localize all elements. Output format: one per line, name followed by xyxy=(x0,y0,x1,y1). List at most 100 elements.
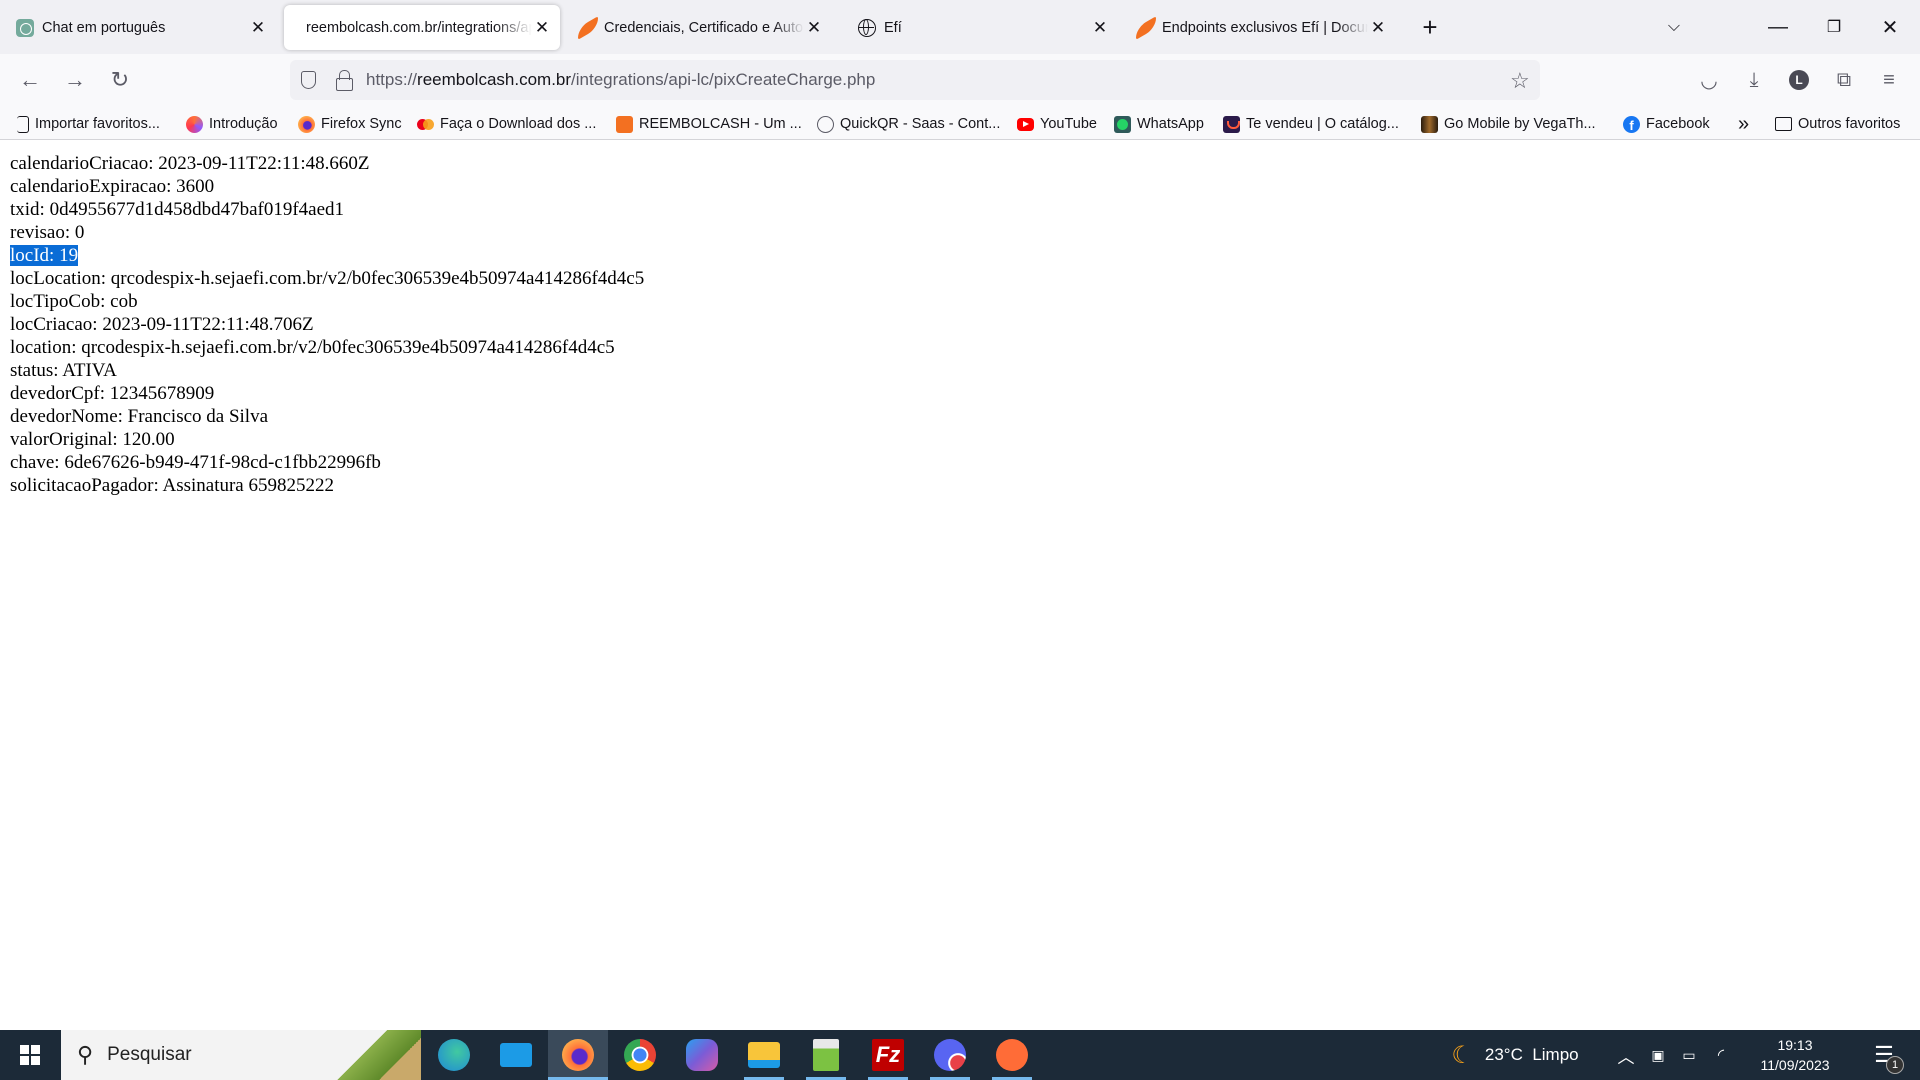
url-scheme: https:// xyxy=(366,70,418,89)
bookmark-faca-o-download[interactable]: Faça o Download dos ... xyxy=(417,113,596,135)
tab-reembolcash[interactable]: reembolcash.com.br/integrations/api-lc/p… xyxy=(284,5,560,50)
taskbar-app-edge-can[interactable] xyxy=(424,1030,484,1080)
notification-center-button[interactable]: ☰ 1 xyxy=(1858,1030,1910,1080)
bookmark-label: Go Mobile by VegaTh... xyxy=(1444,116,1596,132)
tracking-protection-shield-icon[interactable] xyxy=(298,70,318,90)
bookmark-label: Te vendeu | O catálog... xyxy=(1246,116,1399,132)
taskbar-app-copilot[interactable] xyxy=(672,1030,732,1080)
close-tab-icon[interactable]: ✕ xyxy=(804,18,824,38)
tab-chat-em-portugues[interactable]: Chat em português ✕ xyxy=(4,5,276,50)
field-devedor-cpf: devedorCpf: 12345678909 xyxy=(10,383,215,404)
selected-text: locId: 19 xyxy=(10,245,79,266)
firefox-intro-icon xyxy=(186,115,203,133)
list-all-tabs-button[interactable]: ⌵ xyxy=(1656,10,1692,44)
tab-endpoints[interactable]: Endpoints exclusivos Efí | Documentação … xyxy=(1124,5,1396,50)
camera-icon: ▣ xyxy=(1651,1046,1665,1063)
import-icon xyxy=(17,115,29,133)
bookmark-label: WhatsApp xyxy=(1137,116,1204,132)
field-calendario-criacao: calendarioCriacao: 2023-09-11T22:11:48.6… xyxy=(10,153,370,174)
field-devedor-nome: devedorNome: Francisco da Silva xyxy=(10,406,269,427)
url-host: reembolcash.com.br xyxy=(417,70,572,89)
minimize-button[interactable]: — xyxy=(1760,10,1796,44)
battery-tray-button[interactable]: ▭ xyxy=(1674,1030,1704,1080)
firefox-icon xyxy=(562,1039,594,1071)
extensions-button[interactable]: ⧉ xyxy=(1827,63,1861,97)
edge-icon xyxy=(438,1039,470,1071)
weather-widget[interactable]: ☾ 23°C Limpo xyxy=(1440,1030,1590,1080)
lock-icon[interactable] xyxy=(334,70,354,91)
clock[interactable]: 19:13 11/09/2023 xyxy=(1740,1030,1850,1080)
menu-button[interactable]: ≡ xyxy=(1872,63,1906,97)
camera-tray-button[interactable]: ▣ xyxy=(1644,1030,1672,1080)
reload-button[interactable]: ↻ xyxy=(102,62,138,98)
downloads-button[interactable]: ⤓ xyxy=(1737,63,1771,97)
bookmark-label: Introdução xyxy=(209,116,278,132)
pocket-button[interactable]: ◡ xyxy=(1692,63,1726,97)
taskbar-app-mail[interactable] xyxy=(486,1030,546,1080)
bookmark-label: REEMBOLCASH - Um ... xyxy=(639,116,802,132)
bookmark-reembolcash[interactable]: REEMBOLCASH - Um ... xyxy=(616,113,802,135)
taskbar-app-filezilla[interactable]: Fz xyxy=(858,1030,918,1080)
restore-icon: ❐ xyxy=(1826,19,1842,36)
close-tab-icon[interactable]: ✕ xyxy=(532,18,552,38)
close-icon: ✕ xyxy=(1881,16,1899,39)
address-bar[interactable]: https://reembolcash.com.br/integrations/… xyxy=(290,60,1540,100)
close-tab-icon[interactable]: ✕ xyxy=(1090,18,1110,38)
bookmark-quickqr[interactable]: QuickQR - Saas - Cont... xyxy=(817,113,1000,135)
bookmark-introducao[interactable]: Introdução xyxy=(186,113,278,135)
account-button[interactable]: L xyxy=(1782,63,1816,97)
bookmark-star-icon[interactable]: ☆ xyxy=(1510,68,1530,94)
url-text[interactable]: https://reembolcash.com.br/integrations/… xyxy=(366,70,875,90)
globe-icon xyxy=(858,18,876,37)
close-window-button[interactable]: ✕ xyxy=(1872,10,1908,44)
youtube-icon xyxy=(1017,117,1034,131)
tab-title: Efí xyxy=(884,19,902,36)
bookmark-youtube[interactable]: YouTube xyxy=(1017,113,1097,135)
copilot-icon xyxy=(686,1039,718,1071)
notepad-plus-plus-icon xyxy=(813,1039,839,1071)
taskbar-search-box[interactable]: ⚲ Pesquisar xyxy=(61,1030,421,1080)
taskbar-app-firefox[interactable] xyxy=(548,1030,608,1080)
bookmark-facebook[interactable]: f Facebook xyxy=(1623,113,1710,135)
efi-icon xyxy=(578,19,596,37)
taskbar-app-chrome[interactable] xyxy=(610,1030,670,1080)
other-bookmarks-folder[interactable]: Outros favoritos xyxy=(1775,113,1900,135)
new-tab-button[interactable]: + xyxy=(1412,10,1448,44)
restore-button[interactable]: ❐ xyxy=(1816,10,1852,44)
bookmark-whatsapp[interactable]: WhatsApp xyxy=(1114,113,1204,135)
field-loc-criacao: locCriacao: 2023-09-11T22:11:48.706Z xyxy=(10,314,314,335)
gomobile-icon xyxy=(1421,115,1438,133)
download-icon: ⤓ xyxy=(1749,68,1759,91)
bookmark-label: Faça o Download dos ... xyxy=(440,116,597,132)
close-tab-icon[interactable]: ✕ xyxy=(248,18,268,38)
mastercard-icon xyxy=(417,116,434,133)
tab-efi[interactable]: Efí ✕ xyxy=(846,5,1118,50)
tab-credenciais[interactable]: Credenciais, Certificado e Autorização ✕ xyxy=(566,5,832,50)
show-hidden-icons-button[interactable]: ︿ xyxy=(1612,1030,1640,1080)
weather-condition: Limpo xyxy=(1532,1045,1579,1064)
url-path: /integrations/api-lc/pixCreateCharge.php xyxy=(571,70,876,89)
chevron-down-icon: ⌵ xyxy=(1667,18,1681,35)
taskbar-app-file-explorer[interactable] xyxy=(734,1030,794,1080)
bookmark-importar-favoritos[interactable]: Importar favoritos... xyxy=(12,113,160,135)
search-placeholder: Pesquisar xyxy=(107,1044,192,1065)
start-button[interactable] xyxy=(0,1030,60,1080)
bookmark-firefox-sync[interactable]: Firefox Sync xyxy=(298,113,402,135)
forward-button[interactable]: → xyxy=(57,62,93,98)
moon-icon: ☾ xyxy=(1451,1041,1473,1069)
system-tray: ☾ 23°C Limpo ︿ ▣ ▭ ◜ 19:13 11/09/2023 ☰ 1 xyxy=(1440,1030,1920,1080)
taskbar-app-postman[interactable] xyxy=(982,1030,1042,1080)
bookmark-label: YouTube xyxy=(1040,116,1097,132)
taskbar-app-discord[interactable] xyxy=(920,1030,980,1080)
bookmark-te-vendeu[interactable]: Te vendeu | O catálog... xyxy=(1223,113,1399,135)
tab-title: reembolcash.com.br/integrations/api-lc/p… xyxy=(306,19,532,36)
bookmark-go-mobile[interactable]: Go Mobile by VegaTh... xyxy=(1421,113,1596,135)
wifi-tray-button[interactable]: ◜ xyxy=(1706,1030,1736,1080)
wifi-icon: ◜ xyxy=(1717,1047,1725,1064)
back-button[interactable]: ← xyxy=(12,62,48,98)
close-tab-icon[interactable]: ✕ xyxy=(1368,18,1388,38)
bookmarks-overflow-button[interactable]: » xyxy=(1738,113,1749,135)
notification-count-badge: 1 xyxy=(1886,1056,1904,1074)
taskbar-app-notepad-plus-plus[interactable] xyxy=(796,1030,856,1080)
bookmark-label: Outros favoritos xyxy=(1798,116,1901,132)
